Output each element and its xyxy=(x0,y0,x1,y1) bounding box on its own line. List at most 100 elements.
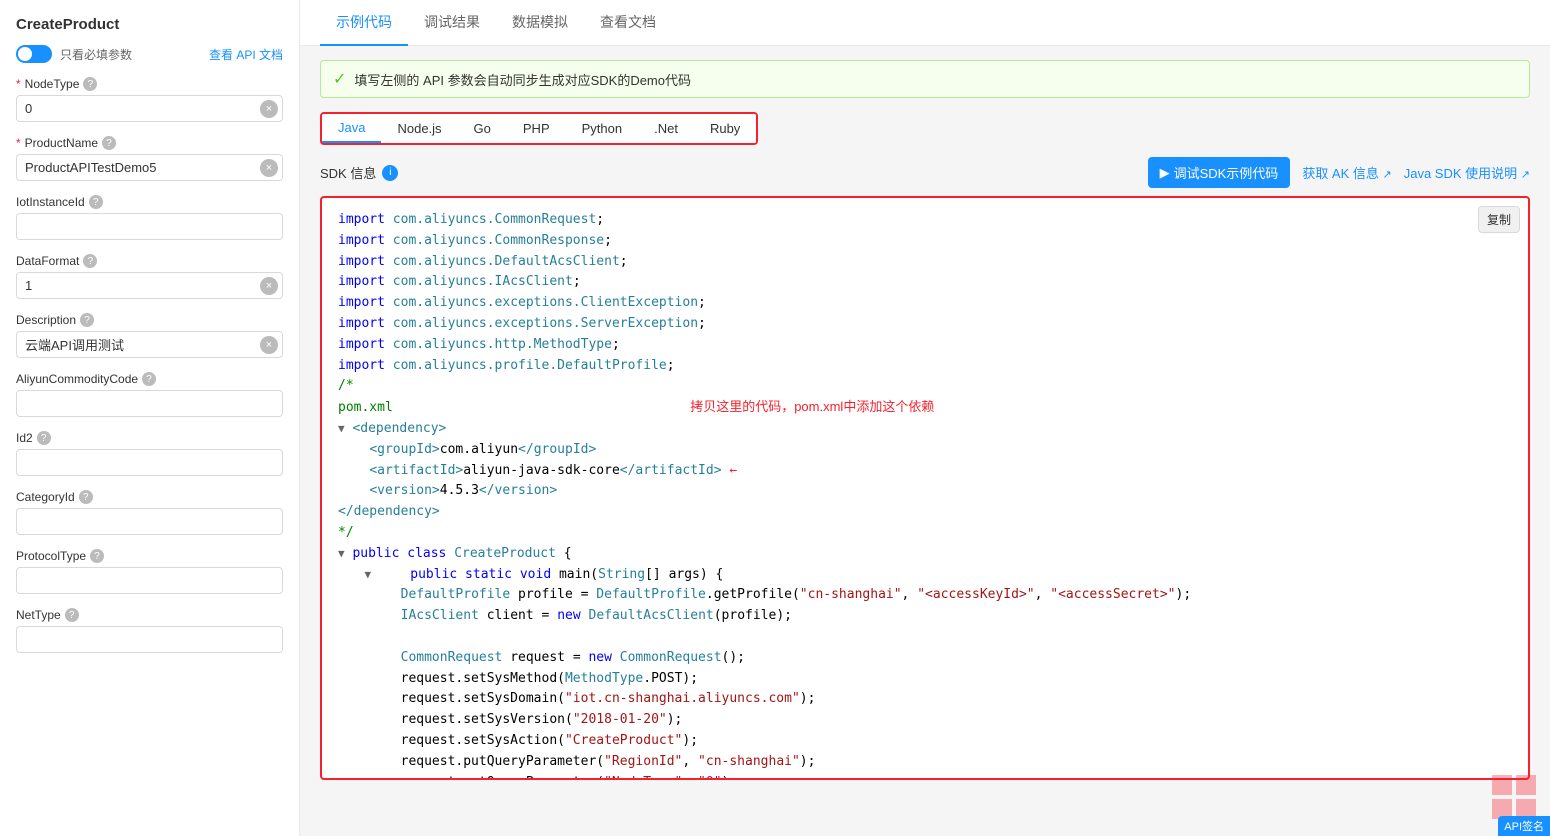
field-nettype: NetType ? xyxy=(16,608,283,653)
tab-debug-result[interactable]: 调试结果 xyxy=(408,0,496,46)
only-required-row: 只看必填参数 查看 API 文档 xyxy=(16,45,283,63)
collapse-dependency[interactable]: ▼ xyxy=(338,422,345,435)
only-required-label: 只看必填参数 xyxy=(60,46,132,63)
api-doc-link[interactable]: 查看 API 文档 xyxy=(209,46,283,63)
protocoltype-input[interactable] xyxy=(16,567,283,594)
tab-example-code[interactable]: 示例代码 xyxy=(320,0,408,46)
copy-btn[interactable]: 复制 xyxy=(1478,206,1520,233)
java-sdk-doc-link-text: Java SDK 使用说明 xyxy=(1404,166,1517,181)
productname-input[interactable] xyxy=(17,155,260,180)
aliyuncommoditycode-input-wrapper xyxy=(16,390,283,417)
sdk-info-left: SDK 信息 i xyxy=(320,163,398,182)
sdk-info-help-icon[interactable]: i xyxy=(382,165,398,181)
field-description: Description ? × xyxy=(16,313,283,358)
run-sdk-btn[interactable]: ▶ 调试SDK示例代码 xyxy=(1148,157,1291,188)
field-protocoltype: ProtocolType ? xyxy=(16,549,283,594)
categoryid-input[interactable] xyxy=(16,508,283,535)
iotinstanceid-label: IotInstanceId ? xyxy=(16,195,283,209)
arrow-annotation: ← xyxy=(729,463,737,478)
nodetype-label: * NodeType ? xyxy=(16,77,283,91)
lang-tab-python[interactable]: Python xyxy=(566,114,638,143)
api-badge: API签名 xyxy=(1498,816,1550,836)
dataformat-help-icon[interactable]: ? xyxy=(83,254,97,268)
right-panel: 示例代码 调试结果 数据模拟 查看文档 ✓ 填写左侧的 API 参数会自动同步生… xyxy=(300,0,1550,836)
play-icon: ▶ xyxy=(1160,165,1170,181)
aliyuncommoditycode-input[interactable] xyxy=(16,390,283,417)
lang-tab-net[interactable]: .Net xyxy=(638,114,694,143)
iotinstanceid-input-wrapper xyxy=(16,213,283,240)
categoryid-help-icon[interactable]: ? xyxy=(79,490,93,504)
aliyuncommoditycode-help-icon[interactable]: ? xyxy=(142,372,156,386)
java-sdk-doc-link[interactable]: Java SDK 使用说明 ↗ xyxy=(1404,163,1530,182)
field-productname: * ProductName ? × xyxy=(16,136,283,181)
external-link-icon-2: ↗ xyxy=(1521,169,1530,181)
sdk-info-right: ▶ 调试SDK示例代码 获取 AK 信息 ↗ Java SDK 使用说明 ↗ xyxy=(1148,157,1530,188)
external-link-icon: ↗ xyxy=(1383,169,1392,181)
productname-input-wrapper: × xyxy=(16,154,283,181)
categoryid-label: CategoryId ? xyxy=(16,490,283,504)
iotinstanceid-input[interactable] xyxy=(16,213,283,240)
run-sdk-btn-label: 调试SDK示例代码 xyxy=(1174,163,1279,182)
categoryid-input-wrapper xyxy=(16,508,283,535)
protocoltype-label: ProtocolType ? xyxy=(16,549,283,563)
id2-input-wrapper xyxy=(16,449,283,476)
top-tabs: 示例代码 调试结果 数据模拟 查看文档 xyxy=(300,0,1550,46)
productname-help-icon[interactable]: ? xyxy=(102,136,116,150)
sdk-info-label: SDK 信息 xyxy=(320,163,376,182)
nodetype-clear-btn[interactable]: × xyxy=(260,100,278,118)
dataformat-clear-btn[interactable]: × xyxy=(260,277,278,295)
collapse-class[interactable]: ▼ xyxy=(338,547,345,560)
check-icon: ✓ xyxy=(333,69,346,89)
ak-info-link[interactable]: 获取 AK 信息 ↗ xyxy=(1302,163,1391,182)
info-banner-text: 填写左侧的 API 参数会自动同步生成对应SDK的Demo代码 xyxy=(354,70,691,89)
field-iotinstanceid: IotInstanceId ? xyxy=(16,195,283,240)
dataformat-input[interactable] xyxy=(17,273,260,298)
description-label: Description ? xyxy=(16,313,283,327)
field-id2: Id2 ? xyxy=(16,431,283,476)
id2-help-icon[interactable]: ? xyxy=(37,431,51,445)
dataformat-label: DataFormat ? xyxy=(16,254,283,268)
description-clear-btn[interactable]: × xyxy=(260,336,278,354)
tab-data-simulate[interactable]: 数据模拟 xyxy=(496,0,584,46)
content-area: ✓ 填写左侧的 API 参数会自动同步生成对应SDK的Demo代码 Java N… xyxy=(300,46,1550,836)
iotinstanceid-help-icon[interactable]: ? xyxy=(89,195,103,209)
ak-info-link-text: 获取 AK 信息 xyxy=(1302,166,1379,181)
description-input[interactable] xyxy=(17,332,260,357)
nodetype-help-icon[interactable]: ? xyxy=(83,77,97,91)
id2-input[interactable] xyxy=(16,449,283,476)
nodetype-input-wrapper: × xyxy=(16,95,283,122)
lang-tab-java[interactable]: Java xyxy=(322,114,381,143)
info-banner: ✓ 填写左侧的 API 参数会自动同步生成对应SDK的Demo代码 xyxy=(320,60,1530,98)
nettype-input[interactable] xyxy=(16,626,283,653)
left-panel: CreateProduct 只看必填参数 查看 API 文档 * NodeTyp… xyxy=(0,0,300,836)
productname-label: * ProductName ? xyxy=(16,136,283,150)
collapse-main[interactable]: ▼ xyxy=(338,568,371,581)
only-required-toggle[interactable] xyxy=(16,45,52,63)
field-dataformat: DataFormat ? × xyxy=(16,254,283,299)
lang-tabs-container: Java Node.js Go PHP Python .Net Ruby xyxy=(320,112,758,145)
nettype-input-wrapper xyxy=(16,626,283,653)
description-help-icon[interactable]: ? xyxy=(80,313,94,327)
dataformat-input-wrapper: × xyxy=(16,272,283,299)
annotation-text: 拷贝这里的代码，pom.xml中添加这个依赖 xyxy=(690,399,934,414)
code-block: import com.aliyuncs.CommonRequest; impor… xyxy=(322,198,1528,778)
nettype-help-icon[interactable]: ? xyxy=(65,608,79,622)
lang-tab-ruby[interactable]: Ruby xyxy=(694,114,756,143)
nodetype-input[interactable] xyxy=(17,96,260,121)
tab-view-docs[interactable]: 查看文档 xyxy=(584,0,672,46)
aliyuncommoditycode-label: AliyunCommodityCode ? xyxy=(16,372,283,386)
lang-tab-php[interactable]: PHP xyxy=(507,114,566,143)
nettype-label: NetType ? xyxy=(16,608,283,622)
description-input-wrapper: × xyxy=(16,331,283,358)
sdk-info-bar: SDK 信息 i ▶ 调试SDK示例代码 获取 AK 信息 ↗ Java SDK… xyxy=(320,157,1530,188)
lang-tab-nodejs[interactable]: Node.js xyxy=(381,114,457,143)
field-nodetype: * NodeType ? × xyxy=(16,77,283,122)
code-content: import com.aliyuncs.CommonRequest; impor… xyxy=(338,210,1512,778)
api-title: CreateProduct xyxy=(16,16,283,33)
lang-tab-go[interactable]: Go xyxy=(458,114,507,143)
field-categoryid: CategoryId ? xyxy=(16,490,283,535)
productname-clear-btn[interactable]: × xyxy=(260,159,278,177)
field-aliyuncommoditycode: AliyunCommodityCode ? xyxy=(16,372,283,417)
protocoltype-help-icon[interactable]: ? xyxy=(90,549,104,563)
id2-label: Id2 ? xyxy=(16,431,283,445)
